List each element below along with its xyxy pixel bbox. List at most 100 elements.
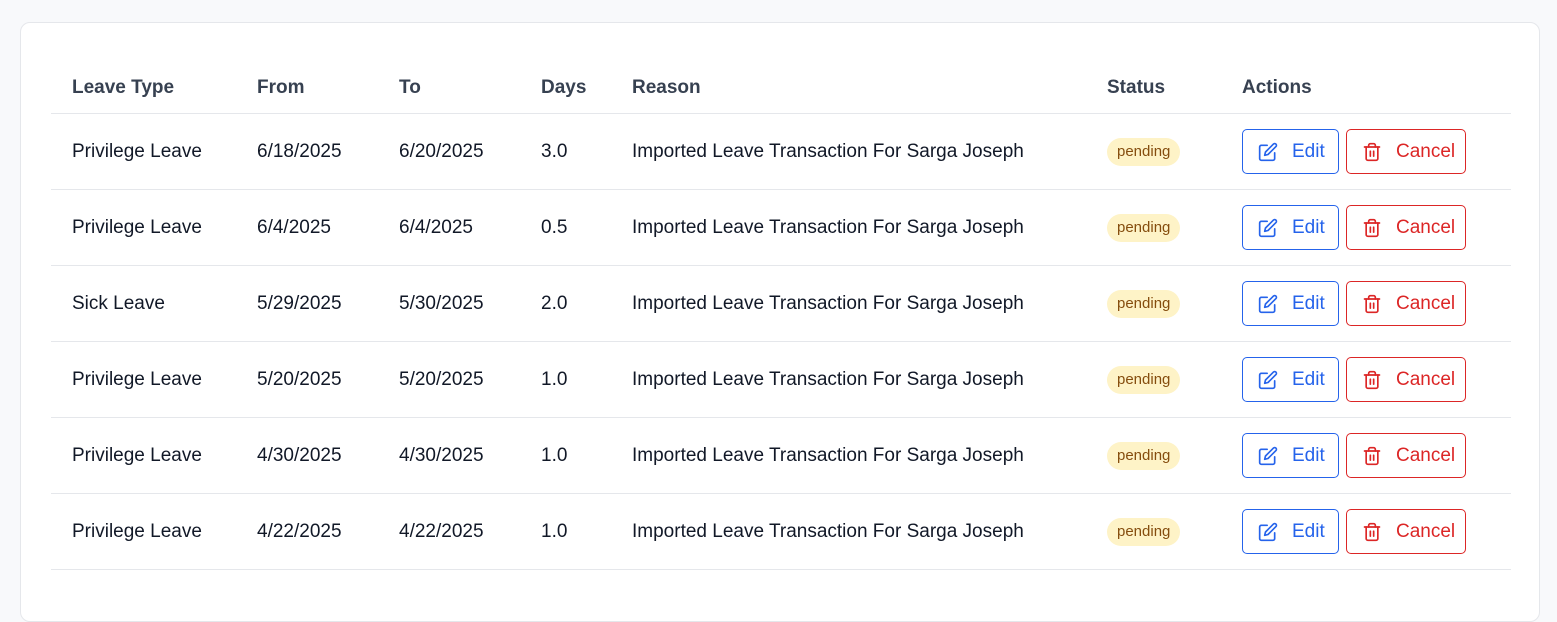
cell-reason: Imported Leave Transaction For Sarga Jos… [611, 341, 1086, 418]
cell-status: pending [1086, 189, 1221, 266]
cell-days: 1.0 [520, 493, 611, 570]
cell-actions: Edit Cancel [1221, 265, 1511, 342]
header-days: Days [520, 63, 611, 114]
edit-button[interactable]: Edit [1242, 281, 1339, 326]
edit-button[interactable]: Edit [1242, 433, 1339, 478]
table-row: Sick Leave 5/29/2025 5/30/2025 2.0 Imported … [51, 265, 1511, 342]
cell-from: 5/20/2025 [236, 341, 378, 418]
cell-actions: Edit Cancel [1221, 417, 1511, 494]
cell-to: 4/30/2025 [378, 417, 520, 494]
cell-reason: Imported Leave Transaction For Sarga Jos… [611, 265, 1086, 342]
header-leave-type: Leave Type [51, 63, 236, 114]
edit-icon [1258, 522, 1278, 542]
trash-icon [1362, 370, 1382, 390]
cell-from: 4/22/2025 [236, 493, 378, 570]
cancel-button[interactable]: Cancel [1346, 205, 1466, 250]
cell-days: 2.0 [520, 265, 611, 342]
trash-icon [1362, 142, 1382, 162]
table-row: Privilege Leave 6/4/2025 6/4/2025 0.5 Import… [51, 189, 1511, 266]
edit-button-label: Edit [1292, 368, 1325, 390]
cancel-button[interactable]: Cancel [1346, 357, 1466, 402]
trash-icon [1362, 522, 1382, 542]
edit-button[interactable]: Edit [1242, 205, 1339, 250]
header-reason: Reason [611, 63, 1086, 114]
cell-actions: Edit Cancel [1221, 493, 1511, 570]
cell-days: 0.5 [520, 189, 611, 266]
status-badge: pending [1107, 517, 1181, 546]
status-badge: pending [1107, 137, 1181, 166]
cell-reason: Imported Leave Transaction For Sarga Jos… [611, 113, 1086, 190]
cell-leave-type: Privilege Leave [51, 493, 236, 570]
table-row: Privilege Leave 5/20/2025 5/20/2025 1.0 Impo… [51, 341, 1511, 418]
cancel-button-label: Cancel [1396, 368, 1456, 390]
edit-button-label: Edit [1292, 140, 1325, 162]
edit-button[interactable]: Edit [1242, 357, 1339, 402]
cancel-button[interactable]: Cancel [1346, 509, 1466, 554]
cell-actions: Edit Cancel [1221, 113, 1511, 190]
header-status: Status [1086, 63, 1221, 114]
edit-icon [1258, 142, 1278, 162]
edit-button[interactable]: Edit [1242, 129, 1339, 174]
table-body: Privilege Leave 6/18/2025 6/20/2025 3.0 Impo… [51, 113, 1511, 570]
header-from: From [236, 63, 378, 114]
cell-status: pending [1086, 417, 1221, 494]
cancel-button-label: Cancel [1396, 140, 1456, 162]
cancel-button[interactable]: Cancel [1346, 433, 1466, 478]
edit-button-label: Edit [1292, 216, 1325, 238]
edit-icon [1258, 218, 1278, 238]
cell-to: 5/30/2025 [378, 265, 520, 342]
cell-to: 4/22/2025 [378, 493, 520, 570]
cell-days: 1.0 [520, 417, 611, 494]
trash-icon [1362, 218, 1382, 238]
cell-actions: Edit Cancel [1221, 189, 1511, 266]
status-badge: pending [1107, 213, 1181, 242]
cell-reason: Imported Leave Transaction For Sarga Jos… [611, 417, 1086, 494]
cell-from: 6/4/2025 [236, 189, 378, 266]
cancel-button-label: Cancel [1396, 444, 1456, 466]
cell-status: pending [1086, 265, 1221, 342]
cell-leave-type: Privilege Leave [51, 417, 236, 494]
cancel-button[interactable]: Cancel [1346, 281, 1466, 326]
status-badge: pending [1107, 289, 1181, 318]
cancel-button-label: Cancel [1396, 292, 1456, 314]
table-header-row: Leave Type From To Days Reason Status Ac… [51, 63, 1511, 114]
cell-status: pending [1086, 113, 1221, 190]
cell-actions: Edit Cancel [1221, 341, 1511, 418]
cell-reason: Imported Leave Transaction For Sarga Jos… [611, 189, 1086, 266]
cell-leave-type: Privilege Leave [51, 341, 236, 418]
trash-icon [1362, 294, 1382, 314]
status-badge: pending [1107, 365, 1181, 394]
edit-button-label: Edit [1292, 444, 1325, 466]
cell-to: 6/4/2025 [378, 189, 520, 266]
cell-status: pending [1086, 493, 1221, 570]
table-row: Privilege Leave 6/18/2025 6/20/2025 3.0 Impo… [51, 113, 1511, 190]
header-to: To [378, 63, 520, 114]
edit-button[interactable]: Edit [1242, 509, 1339, 554]
edit-icon [1258, 446, 1278, 466]
leave-requests-table: Leave Type From To Days Reason Status Ac… [51, 63, 1511, 570]
table-row: Privilege Leave 4/22/2025 4/22/2025 1.0 Impo… [51, 493, 1511, 570]
cell-to: 6/20/2025 [378, 113, 520, 190]
edit-button-label: Edit [1292, 292, 1325, 314]
cell-reason: Imported Leave Transaction For Sarga Jos… [611, 493, 1086, 570]
cell-from: 4/30/2025 [236, 417, 378, 494]
edit-icon [1258, 370, 1278, 390]
cancel-button-label: Cancel [1396, 216, 1456, 238]
cancel-button-label: Cancel [1396, 520, 1456, 542]
cell-from: 5/29/2025 [236, 265, 378, 342]
status-badge: pending [1107, 441, 1181, 470]
cell-leave-type: Sick Leave [51, 265, 236, 342]
header-actions: Actions [1221, 63, 1511, 114]
cell-days: 3.0 [520, 113, 611, 190]
leave-requests-card: Leave Type From To Days Reason Status Ac… [20, 22, 1540, 622]
cell-leave-type: Privilege Leave [51, 113, 236, 190]
cell-leave-type: Privilege Leave [51, 189, 236, 266]
trash-icon [1362, 446, 1382, 466]
table-row: Privilege Leave 4/30/2025 4/30/2025 1.0 Impo… [51, 417, 1511, 494]
edit-button-label: Edit [1292, 520, 1325, 542]
cell-to: 5/20/2025 [378, 341, 520, 418]
cell-status: pending [1086, 341, 1221, 418]
cell-days: 1.0 [520, 341, 611, 418]
cell-from: 6/18/2025 [236, 113, 378, 190]
cancel-button[interactable]: Cancel [1346, 129, 1466, 174]
